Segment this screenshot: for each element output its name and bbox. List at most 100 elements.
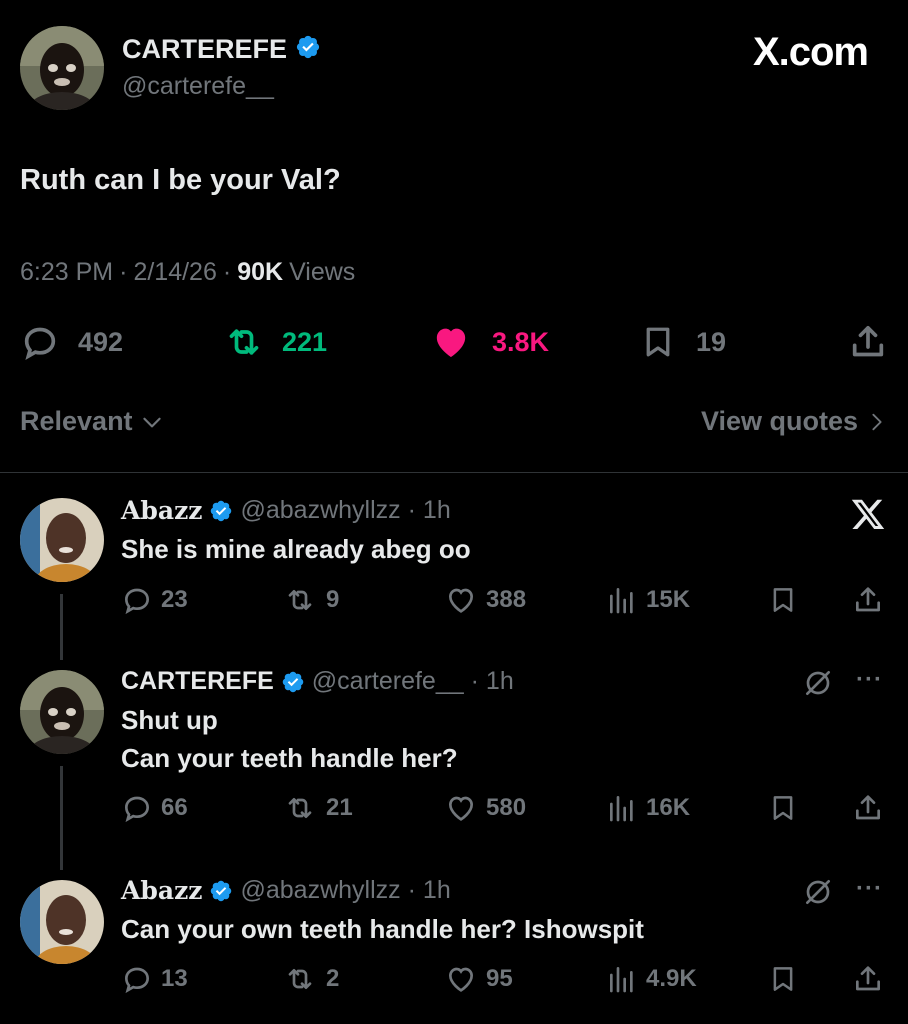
bookmark-icon — [646, 327, 670, 357]
reply-count: 492 — [78, 326, 124, 357]
share-action[interactable] — [852, 963, 884, 995]
reply-author-handle[interactable]: @carterefe__ — [312, 667, 464, 696]
repost-icon — [229, 329, 259, 355]
views-chart-icon — [610, 796, 633, 822]
reply-icon — [24, 327, 56, 360]
heart-icon — [448, 588, 474, 613]
bookmark-icon — [773, 588, 793, 612]
share-icon — [856, 587, 880, 612]
repost-action[interactable]: 221 — [222, 322, 327, 362]
reply-action[interactable]: 13 — [121, 963, 188, 995]
reply-action[interactable]: 23 — [121, 584, 188, 616]
reply-time[interactable]: · 1h — [471, 667, 514, 696]
verified-badge-icon — [211, 500, 232, 521]
repost-icon — [288, 969, 312, 989]
heart-icon — [448, 967, 474, 992]
like-count: 95 — [486, 965, 513, 992]
verified-badge-icon — [282, 671, 304, 692]
bookmark-icon — [773, 967, 793, 991]
views-chart-icon — [610, 967, 633, 993]
reply-author-name[interactable]: Abazz — [121, 876, 202, 905]
views-count: 90K — [237, 258, 284, 286]
verified-badge-icon — [211, 880, 232, 901]
views-chart-icon — [610, 588, 633, 614]
view-quotes-link[interactable]: View quotes — [701, 406, 888, 437]
view-quotes-label: View quotes — [700, 406, 858, 436]
reply-count: 13 — [161, 965, 188, 992]
share-action[interactable] — [852, 792, 884, 824]
bookmark-count: 19 — [696, 326, 727, 357]
views-action[interactable]: 16K — [606, 792, 690, 824]
reply-text-line: Can your teeth handle her? — [121, 743, 458, 773]
share-icon — [852, 326, 884, 357]
share-action[interactable] — [852, 584, 884, 616]
x-logo-icon: X.com — [752, 30, 869, 74]
post-meta: 6:23 PM · 2/14/26 · 90K Views — [20, 258, 356, 287]
like-action[interactable]: 580 — [444, 792, 526, 824]
bookmark-action[interactable] — [768, 792, 798, 824]
reply-author-handle[interactable]: @abazwhyllzz — [240, 876, 400, 905]
repost-count: 9 — [326, 586, 340, 613]
reply-count: 23 — [161, 586, 188, 613]
reply-text: Can your own teeth handle her? Ishowspit — [121, 914, 644, 944]
grok-icon[interactable] — [802, 666, 834, 705]
reply-action[interactable]: 66 — [121, 792, 188, 824]
views-action[interactable]: 15K — [606, 584, 690, 616]
views-action[interactable]: 4.9K — [606, 963, 697, 995]
views-count: 15K — [646, 586, 691, 613]
chevron-right-icon — [872, 413, 882, 430]
repost-action[interactable]: 2 — [282, 963, 339, 995]
reply-avatar[interactable] — [20, 670, 104, 754]
brand-logo: X.com — [752, 30, 869, 75]
repost-icon — [288, 798, 312, 818]
bookmark-action[interactable]: 19 — [640, 322, 726, 362]
like-count: 388 — [486, 586, 527, 613]
repost-icon — [288, 590, 312, 610]
thread-line — [60, 594, 63, 660]
like-count: 580 — [486, 794, 527, 821]
views-count: 4.9K — [646, 965, 697, 992]
verified-badge-icon — [295, 34, 321, 65]
post-date[interactable]: 2/14/26 — [133, 258, 216, 287]
views-count: 16K — [646, 794, 691, 821]
repost-action[interactable]: 9 — [282, 584, 339, 616]
views-label: Views — [289, 258, 356, 286]
bookmark-action[interactable] — [768, 584, 798, 616]
thread-line — [60, 766, 63, 870]
grok-icon[interactable] — [802, 875, 834, 914]
more-options-icon[interactable]: ··· — [856, 875, 883, 903]
reply-text-line: Shut up — [121, 705, 218, 735]
like-action[interactable]: 3.8K — [430, 322, 549, 362]
repost-action[interactable]: 21 — [282, 792, 353, 824]
author-avatar[interactable] — [20, 26, 104, 110]
post-time[interactable]: 6:23 PM — [20, 258, 113, 287]
more-options-icon[interactable]: ··· — [856, 666, 883, 694]
reply-author-handle[interactable]: @abazwhyllzz — [240, 496, 400, 525]
chevron-down-icon — [142, 417, 161, 427]
author-handle[interactable]: @carterefe__ — [122, 72, 274, 101]
reply-icon — [124, 796, 150, 823]
post-text: Ruth can I be your Val? — [20, 164, 341, 196]
like-action[interactable]: 95 — [444, 963, 513, 995]
reply-author-name[interactable]: CARTEREFE — [121, 667, 274, 696]
x-logo-icon — [850, 496, 886, 537]
reply-action[interactable]: 492 — [20, 322, 123, 362]
reply-avatar[interactable] — [20, 880, 104, 964]
share-action[interactable] — [848, 322, 888, 362]
bookmark-action[interactable] — [768, 963, 798, 995]
share-icon — [856, 966, 880, 991]
heart-icon — [448, 796, 474, 821]
reply-avatar[interactable] — [20, 498, 104, 582]
reply-author-name[interactable]: Abazz — [121, 496, 202, 525]
divider — [0, 472, 908, 473]
reply-time[interactable]: · 1h — [408, 876, 451, 905]
like-action[interactable]: 388 — [444, 584, 526, 616]
reply-time[interactable]: · 1h — [408, 496, 451, 525]
repost-count: 21 — [326, 794, 353, 821]
reply-icon — [124, 588, 150, 615]
reply-icon — [124, 967, 150, 994]
author-name[interactable]: CARTEREFE — [122, 34, 287, 65]
bookmark-icon — [773, 796, 793, 820]
sort-dropdown[interactable]: Relevant — [20, 406, 165, 437]
sort-label: Relevant — [20, 406, 133, 436]
